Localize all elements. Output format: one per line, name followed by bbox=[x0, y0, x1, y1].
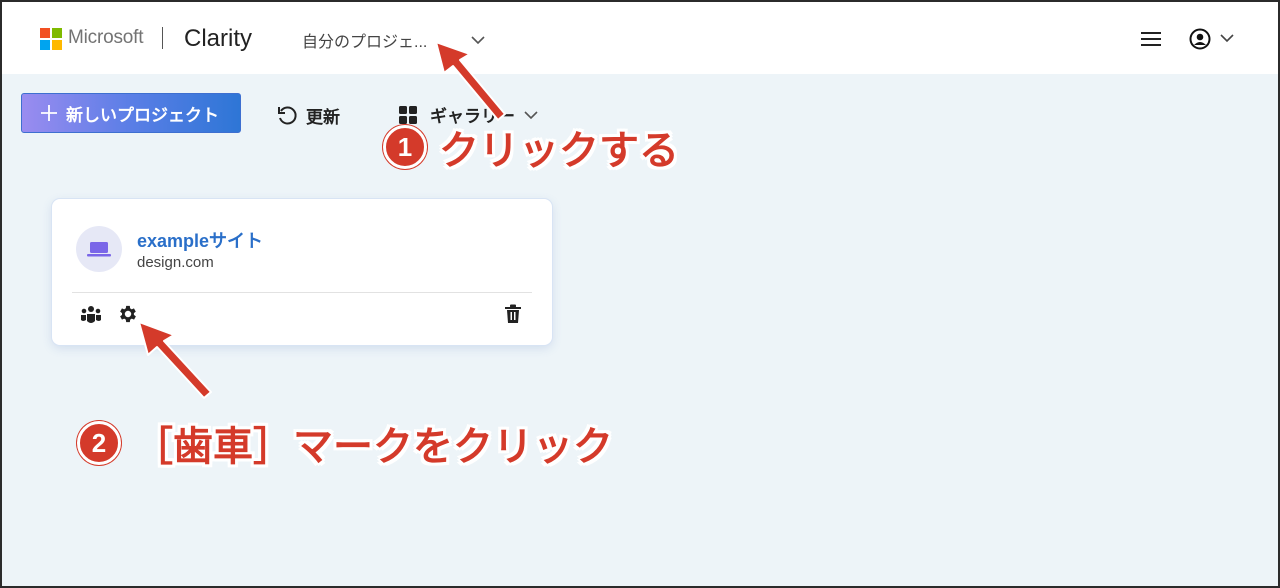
app-window: Microsoft Clarity 自分のプロジェ... 新しいプロジェクト 更… bbox=[0, 0, 1280, 588]
user-circle-icon[interactable] bbox=[1189, 28, 1211, 50]
brand-name: Microsoft bbox=[68, 27, 144, 48]
microsoft-logo-icon bbox=[40, 28, 62, 50]
project-name-link[interactable]: exampleサイト bbox=[137, 227, 263, 253]
annotation-number: 1 bbox=[383, 125, 427, 169]
annotation-text: クリックする bbox=[439, 129, 679, 173]
project-domain: design.com bbox=[137, 254, 214, 271]
chevron-down-icon bbox=[471, 36, 485, 45]
hamburger-icon[interactable] bbox=[1140, 30, 1162, 48]
laptop-icon bbox=[76, 226, 122, 272]
trash-icon[interactable] bbox=[502, 303, 524, 325]
header-separator bbox=[162, 27, 163, 49]
gear-icon[interactable] bbox=[117, 303, 139, 325]
project-card[interactable]: exampleサイト design.com bbox=[52, 199, 552, 345]
project-selector[interactable]: 自分のプロジェ... bbox=[302, 28, 485, 52]
annotation-step-2: 2 ［歯車］マークをクリック bbox=[77, 414, 613, 472]
annotation-text: ［歯車］マークをクリック bbox=[133, 425, 613, 469]
refresh-button[interactable]: 更新 bbox=[276, 103, 340, 128]
annotation-number: 2 bbox=[77, 421, 121, 465]
card-divider bbox=[72, 292, 532, 293]
new-project-button[interactable]: 新しいプロジェクト bbox=[21, 93, 241, 133]
top-header: Microsoft Clarity 自分のプロジェ... bbox=[2, 2, 1278, 74]
app-title[interactable]: Clarity bbox=[184, 25, 252, 53]
new-project-label: 新しいプロジェクト bbox=[66, 105, 219, 125]
refresh-icon bbox=[278, 106, 297, 124]
project-selector-label: 自分のプロジェ... bbox=[302, 34, 428, 51]
plus-icon bbox=[40, 104, 58, 122]
refresh-label: 更新 bbox=[306, 108, 340, 127]
team-icon[interactable] bbox=[80, 304, 102, 326]
chevron-down-icon[interactable] bbox=[1219, 30, 1235, 46]
annotation-step-1: 1 クリックする bbox=[383, 118, 679, 176]
